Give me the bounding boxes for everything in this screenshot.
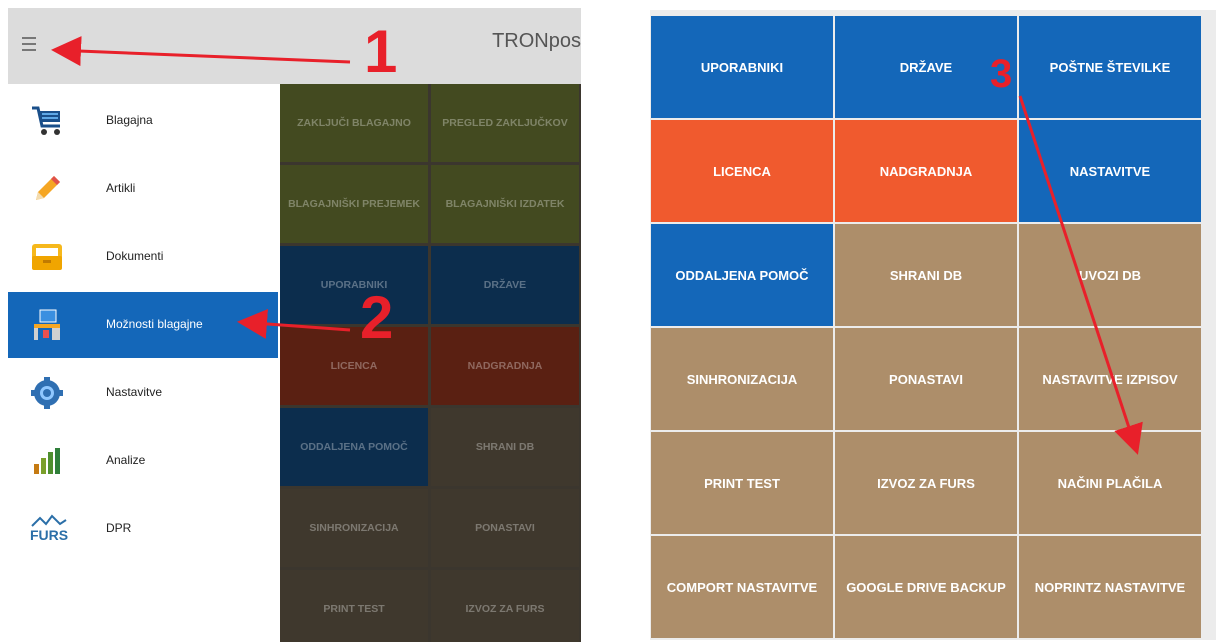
annotation-layer [51, 36, 1143, 455]
step-3-label: 3 [990, 52, 1013, 96]
step-1-label: 1 [364, 18, 398, 85]
arrow-to-options [237, 308, 351, 339]
step-2-label: 2 [360, 284, 394, 351]
arrow-to-hamburger [51, 36, 351, 67]
arrow-to-payment-methods [1018, 95, 1143, 455]
